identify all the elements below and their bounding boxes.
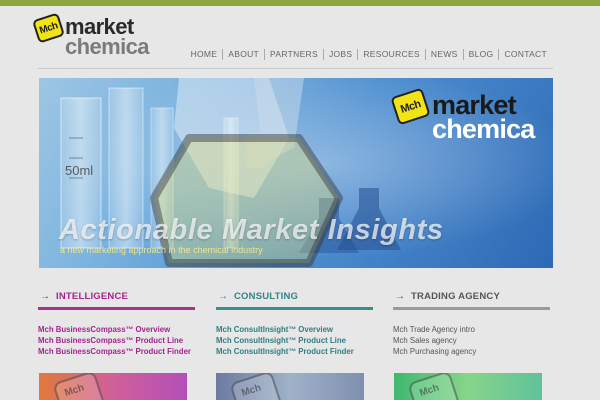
top-accent-bar	[0, 0, 600, 6]
banner-logo-word-chemica: chemica	[432, 114, 535, 144]
nav-home[interactable]: HOME	[186, 49, 223, 60]
site-logo[interactable]: Mch market chemica	[31, 12, 155, 60]
section-title: CONSULTING	[234, 290, 299, 302]
main-nav: HOME ABOUT PARTNERS JOBS RESOURCES NEWS …	[186, 49, 552, 60]
nav-contact[interactable]: CONTACT	[498, 49, 552, 60]
section-rule	[38, 307, 195, 310]
header-divider	[38, 68, 553, 69]
thumb-mark: Mch	[418, 382, 441, 400]
section-rule	[216, 307, 373, 310]
flask-volume-label: 50ml	[65, 163, 93, 178]
section-title: INTELLIGENCE	[56, 290, 129, 302]
section-links: Mch ConsultInsight™ Overview Mch Consult…	[216, 324, 373, 358]
section-trading-agency: → TRADING AGENCY Mch Trade Agency intro …	[393, 289, 550, 358]
nav-blog[interactable]: BLOG	[462, 49, 499, 60]
intelligence-thumbnail[interactable]: Mch	[39, 373, 187, 400]
logo-hexagon-icon: Mch	[31, 12, 66, 44]
logo-word-chemica: chemica	[65, 34, 149, 59]
hexagon-logo-icon: Mch	[229, 373, 283, 400]
hexagon-logo-icon: Mch	[407, 373, 461, 400]
section-heading[interactable]: → TRADING AGENCY	[393, 289, 550, 303]
trading-agency-thumbnail[interactable]: Mch	[394, 373, 542, 400]
consulting-thumbnail[interactable]: Mch	[216, 373, 364, 400]
section-links: Mch BusinessCompass™ Overview Mch Busine…	[38, 324, 195, 358]
nav-jobs[interactable]: JOBS	[322, 49, 357, 60]
link-businesscompass-overview[interactable]: Mch BusinessCompass™ Overview	[38, 324, 195, 335]
thumb-mark: Mch	[63, 382, 86, 400]
logo-mark: Mch	[38, 19, 59, 37]
section-intelligence: → INTELLIGENCE Mch BusinessCompass™ Over…	[38, 289, 195, 358]
link-consultinsight-product-line[interactable]: Mch ConsultInsight™ Product Line	[216, 335, 373, 346]
link-purchasing-agency[interactable]: Mch Purchasing agency	[393, 346, 550, 357]
arrow-right-icon: →	[218, 290, 228, 302]
banner-logo-mark: Mch	[398, 97, 423, 116]
section-links: Mch Trade Agency intro Mch Sales agency …	[393, 324, 550, 358]
hexagon-logo-icon: Mch	[52, 373, 106, 400]
section-heading[interactable]: → CONSULTING	[216, 289, 373, 303]
banner-logo-hexagon-icon: Mch	[390, 87, 431, 126]
link-trade-agency-intro[interactable]: Mch Trade Agency intro	[393, 324, 550, 335]
arrow-right-icon: →	[395, 290, 405, 302]
nav-about[interactable]: ABOUT	[222, 49, 264, 60]
banner-logo: Mch market chemica	[390, 87, 544, 144]
nav-resources[interactable]: RESOURCES	[357, 49, 425, 60]
banner-headline: Actionable Market Insights	[59, 214, 444, 246]
nav-partners[interactable]: PARTNERS	[264, 49, 323, 60]
link-businesscompass-product-line[interactable]: Mch BusinessCompass™ Product Line	[38, 335, 195, 346]
hero-banner: 50ml Mch market chemica Actionable Marke…	[39, 78, 553, 268]
nav-news[interactable]: NEWS	[424, 49, 463, 60]
link-sales-agency[interactable]: Mch Sales agency	[393, 335, 550, 346]
section-consulting: → CONSULTING Mch ConsultInsight™ Overvie…	[216, 289, 373, 358]
link-consultinsight-overview[interactable]: Mch ConsultInsight™ Overview	[216, 324, 373, 335]
link-businesscompass-product-finder[interactable]: Mch BusinessCompass™ Product Finder	[38, 346, 195, 357]
link-consultinsight-product-finder[interactable]: Mch ConsultInsight™ Product Finder	[216, 346, 373, 357]
section-heading[interactable]: → INTELLIGENCE	[38, 289, 195, 303]
banner-tagline: a new marketing approach in the chemical…	[60, 245, 263, 255]
section-rule	[393, 307, 550, 310]
section-title: TRADING AGENCY	[411, 290, 501, 302]
thumb-mark: Mch	[240, 382, 263, 400]
arrow-right-icon: →	[40, 290, 50, 302]
